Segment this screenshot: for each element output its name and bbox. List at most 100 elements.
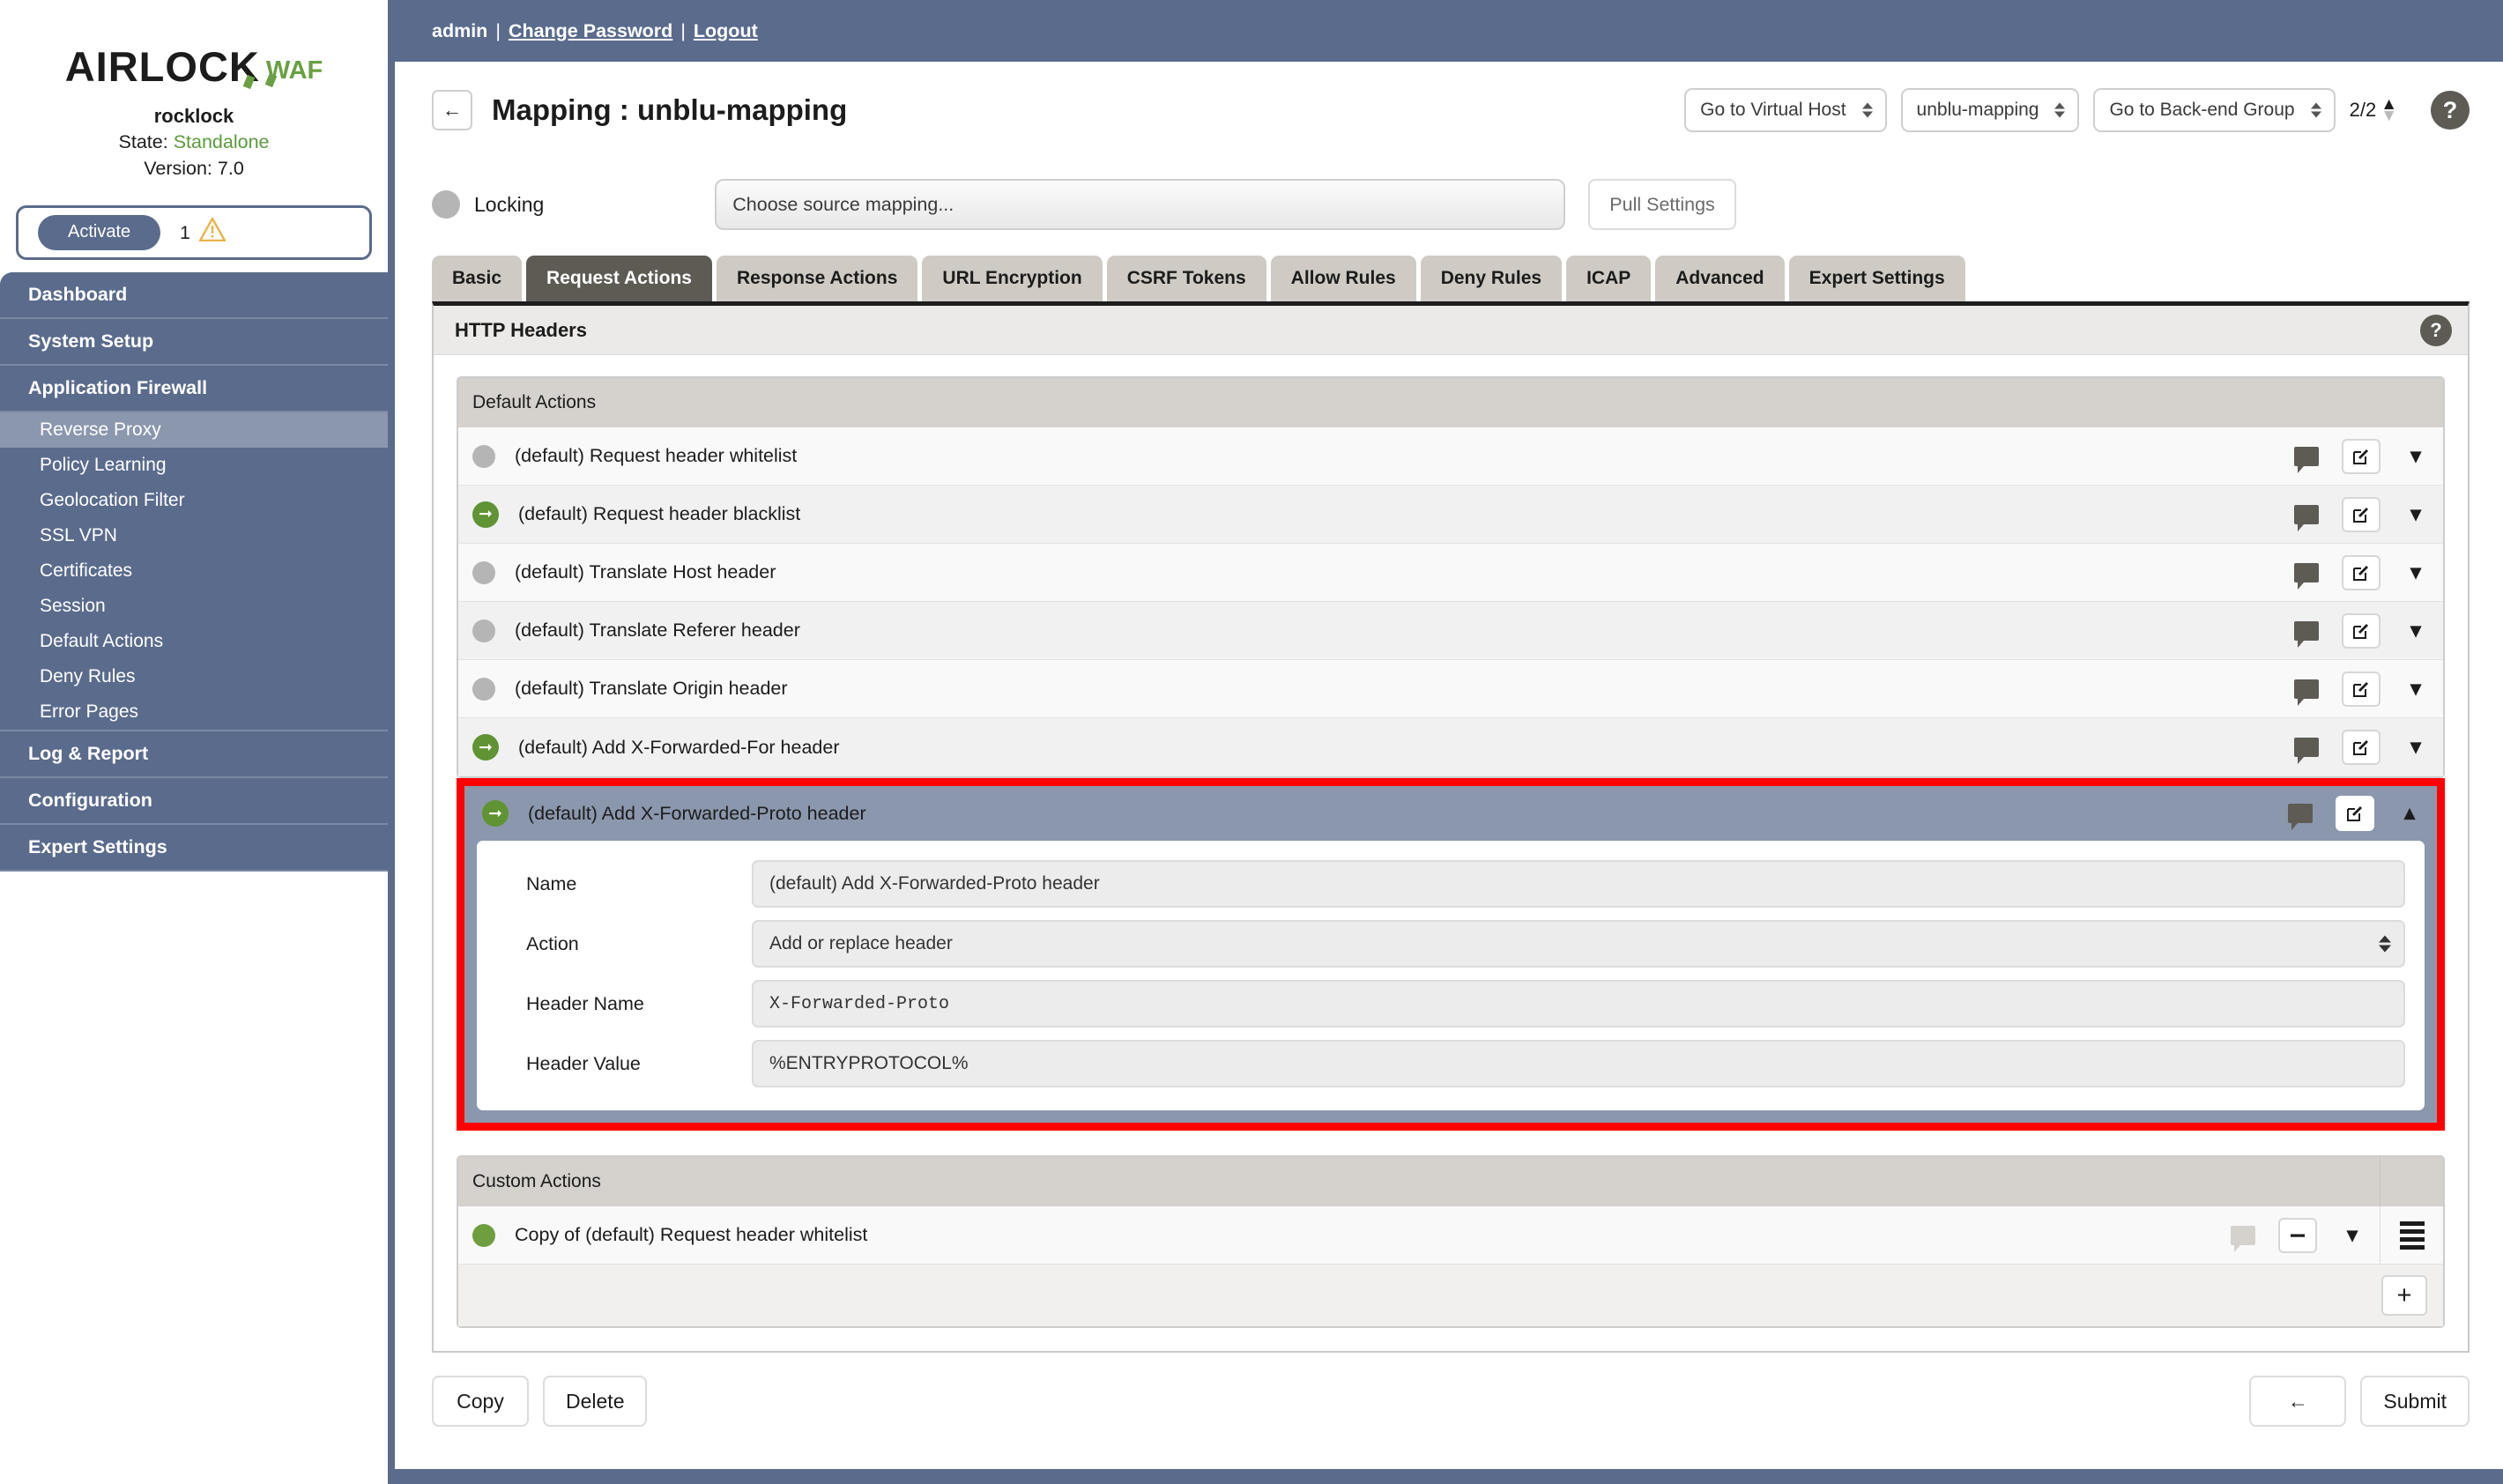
back-arrow-icon[interactable]: ← (432, 90, 472, 130)
sidebar-item-error-pages[interactable]: Error Pages (0, 694, 388, 731)
table-row[interactable]: Copy of (default) Request header whiteli… (458, 1206, 2443, 1265)
action-select[interactable]: Add or replace header (752, 920, 2405, 968)
sidebar-item-default-actions[interactable]: Default Actions (0, 624, 388, 659)
tab-basic[interactable]: Basic (432, 256, 522, 301)
field-label-header-value: Header Value (496, 1053, 752, 1075)
delete-button[interactable]: Delete (543, 1376, 647, 1427)
comment-bubble-icon[interactable] (2279, 621, 2334, 641)
edit-pencil-icon[interactable] (2334, 439, 2388, 474)
pull-settings-button[interactable]: Pull Settings (1588, 179, 1736, 230)
sidebar-item-log-report[interactable]: Log & Report (0, 731, 388, 778)
sidebar-item-application-firewall[interactable]: Application Firewall (0, 366, 388, 412)
pager-arrows-icon[interactable]: ▲▼ (2380, 99, 2397, 122)
question-mark-icon[interactable]: ? (2420, 315, 2452, 346)
warning-triangle-icon[interactable] (199, 218, 226, 247)
row-label: Copy of (default) Request header whiteli… (515, 1224, 867, 1246)
edit-pencil-icon[interactable] (2334, 555, 2388, 590)
table-row[interactable]: (default) Request header whitelist ▾ (458, 427, 2443, 486)
header-name-field[interactable]: X-Forwarded-Proto (752, 980, 2405, 1028)
edit-pencil-icon[interactable] (2334, 613, 2388, 649)
header-value-field[interactable]: %ENTRYPROTOCOL% (752, 1040, 2405, 1087)
chevron-down-icon[interactable]: ▾ (2388, 504, 2443, 525)
sidebar-item-geolocation-filter[interactable]: Geolocation Filter (0, 483, 388, 518)
chevron-down-icon[interactable]: ▾ (2388, 679, 2443, 700)
sidebar-nav: Dashboard System Setup Application Firew… (0, 272, 388, 872)
form-row-action: Action Add or replace header (496, 920, 2405, 968)
default-actions-title: Default Actions (472, 392, 596, 413)
chevron-updown-icon (1862, 103, 1873, 118)
table-row[interactable]: ➞ (default) Add X-Forwarded-For header ▾ (458, 718, 2443, 776)
change-password-link[interactable]: Change Password (509, 20, 672, 42)
back-arrow-icon[interactable]: ← (2249, 1376, 2346, 1427)
plus-icon[interactable]: + (2381, 1275, 2427, 1316)
status-dot-inactive-icon (472, 620, 495, 642)
copy-button[interactable]: Copy (432, 1376, 529, 1427)
tab-csrf-tokens[interactable]: CSRF Tokens (1107, 256, 1266, 301)
minus-icon[interactable] (2270, 1218, 2325, 1253)
chevron-down-icon[interactable]: ▾ (2388, 446, 2443, 467)
sidebar-item-reverse-proxy[interactable]: Reverse Proxy (0, 412, 388, 448)
table-row[interactable]: (default) Translate Origin header ▾ (458, 660, 2443, 718)
comment-bubble-icon[interactable] (2279, 738, 2334, 757)
separator-1: | (495, 20, 501, 42)
sidebar-item-ssl-vpn[interactable]: SSL VPN (0, 518, 388, 553)
edit-pencil-icon[interactable] (2334, 672, 2388, 707)
tab-expert-settings[interactable]: Expert Settings (1789, 256, 1965, 301)
account-username: admin (432, 20, 487, 42)
sidebar-item-expert-settings[interactable]: Expert Settings (0, 825, 388, 872)
edit-pencil-icon[interactable] (2328, 796, 2382, 831)
chevron-up-icon[interactable]: ▴ (2382, 803, 2437, 824)
drag-handle-icon[interactable] (2380, 1206, 2443, 1264)
question-mark-icon[interactable]: ? (2431, 91, 2470, 130)
virtual-host-select[interactable]: Go to Virtual Host (1684, 88, 1886, 132)
sidebar-item-session[interactable]: Session (0, 589, 388, 624)
tab-advanced[interactable]: Advanced (1655, 256, 1784, 301)
comment-bubble-icon[interactable] (2216, 1226, 2270, 1245)
tab-request-actions[interactable]: Request Actions (526, 256, 712, 301)
expanded-action-header[interactable]: ➞ (default) Add X-Forwarded-Proto header… (464, 786, 2437, 841)
tab-icap[interactable]: ICAP (1566, 256, 1651, 301)
activate-button[interactable]: Activate (38, 215, 160, 250)
default-actions-group: Default Actions (default) Request header… (457, 376, 2445, 778)
submit-button[interactable]: Submit (2360, 1376, 2470, 1427)
table-row[interactable]: ➞ (default) Request header blacklist ▾ (458, 486, 2443, 544)
sidebar-item-dashboard[interactable]: Dashboard (0, 272, 388, 319)
comment-bubble-icon[interactable] (2273, 804, 2328, 823)
chevron-down-icon[interactable]: ▾ (2388, 737, 2443, 758)
backend-group-select[interactable]: Go to Back-end Group (2093, 88, 2335, 132)
table-row[interactable]: (default) Translate Host header ▾ (458, 544, 2443, 602)
sidebar-item-configuration[interactable]: Configuration (0, 778, 388, 825)
sidebar-item-system-setup[interactable]: System Setup (0, 319, 388, 366)
comment-bubble-icon[interactable] (2279, 447, 2334, 466)
logout-link[interactable]: Logout (694, 20, 758, 42)
comment-bubble-icon[interactable] (2279, 679, 2334, 699)
source-mapping-select[interactable]: Choose source mapping... (715, 179, 1565, 230)
chevron-down-icon[interactable]: ▾ (2388, 620, 2443, 642)
panel-header: HTTP Headers ? (434, 306, 2468, 355)
table-row[interactable]: (default) Translate Referer header ▾ (458, 602, 2443, 660)
sidebar-item-policy-learning[interactable]: Policy Learning (0, 448, 388, 483)
tab-url-encryption[interactable]: URL Encryption (922, 256, 1102, 301)
host-version-value: 7.0 (218, 158, 244, 179)
tab-deny-rules[interactable]: Deny Rules (1421, 256, 1562, 301)
locking-label: Locking (474, 193, 544, 217)
status-dot-enabled-icon (472, 1224, 495, 1247)
edit-pencil-icon[interactable] (2334, 730, 2388, 765)
mapping-select[interactable]: unblu-mapping (1901, 88, 2080, 132)
tab-response-actions[interactable]: Response Actions (717, 256, 917, 301)
comment-bubble-icon[interactable] (2279, 563, 2334, 582)
chevron-down-icon[interactable]: ▾ (2388, 562, 2443, 583)
name-field-value: (default) Add X-Forwarded-Proto header (769, 873, 1100, 894)
edit-pencil-icon[interactable] (2334, 497, 2388, 532)
name-field[interactable]: (default) Add X-Forwarded-Proto header (752, 860, 2405, 908)
backend-group-select-value: Go to Back-end Group (2109, 100, 2294, 121)
panel-title: HTTP Headers (455, 319, 587, 342)
field-label-name: Name (496, 873, 752, 895)
sidebar-item-certificates[interactable]: Certificates (0, 553, 388, 589)
row-label: (default) Translate Origin header (515, 678, 788, 700)
sidebar-item-deny-rules[interactable]: Deny Rules (0, 659, 388, 694)
chevron-down-icon[interactable]: ▾ (2325, 1225, 2380, 1246)
comment-bubble-icon[interactable] (2279, 505, 2334, 524)
pager[interactable]: 2/2 ▲▼ (2350, 99, 2397, 122)
tab-allow-rules[interactable]: Allow Rules (1271, 256, 1416, 301)
